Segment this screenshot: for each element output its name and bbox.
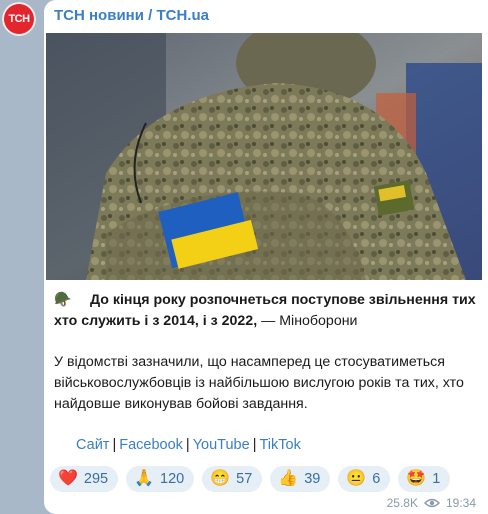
grin-icon: 😁 — [210, 470, 231, 487]
helmet-icon: 🪖 — [54, 292, 72, 308]
reaction-count: 6 — [372, 471, 381, 487]
link-separator: | — [185, 437, 190, 453]
reaction-heart[interactable]: ❤️ 295 — [50, 466, 119, 492]
post-headline: 🪖 До кінця року розпочнеться поступове зв… — [54, 292, 476, 329]
link-facebook[interactable]: Facebook — [119, 437, 183, 453]
reaction-star-struck[interactable]: 🤩 1 — [398, 466, 451, 492]
post-photo[interactable] — [46, 33, 482, 280]
view-count: 25.8K — [386, 496, 418, 510]
link-separator: | — [252, 437, 257, 453]
post-links: Сайт | Facebook | YouTube | TikTok — [76, 437, 301, 453]
soldier-photo-illustration — [46, 33, 482, 280]
channel-avatar[interactable]: ТСН — [2, 2, 36, 36]
reaction-thumbs-up[interactable]: 👍 39 — [270, 466, 331, 492]
message-bubble: ТСН новини / TCH.ua 🪖 До кінця року розп… — [44, 0, 488, 514]
message-time: 19:34 — [445, 496, 476, 510]
neutral-face-icon: 😐 — [346, 470, 367, 487]
reaction-neutral[interactable]: 😐 6 — [338, 466, 391, 492]
reaction-count: 120 — [160, 471, 185, 487]
channel-title[interactable]: ТСН новини / TCH.ua — [54, 7, 209, 24]
reaction-count: 39 — [304, 471, 321, 487]
link-site[interactable]: Сайт — [76, 437, 109, 453]
reactions-bar: ❤️ 295 🙏 120 😁 57 👍 39 😐 6 🤩 1 — [50, 466, 451, 492]
post-body: У відомстві зазначили, що насамперед це … — [54, 354, 464, 412]
message-meta: 25.8K 19:34 — [387, 496, 476, 510]
reaction-pray[interactable]: 🙏 120 — [126, 466, 195, 492]
reaction-count: 57 — [236, 471, 253, 487]
reaction-count: 295 — [83, 471, 109, 487]
reaction-count: 1 — [432, 471, 441, 487]
link-separator: | — [112, 437, 117, 453]
link-tiktok[interactable]: TikTok — [259, 437, 300, 453]
thumbs-up-icon: 👍 — [278, 470, 299, 487]
pray-icon: 🙏 — [134, 470, 155, 487]
star-struck-icon: 🤩 — [406, 470, 427, 487]
eye-icon — [423, 498, 440, 508]
reaction-grin[interactable]: 😁 57 — [202, 466, 263, 492]
link-youtube[interactable]: YouTube — [193, 437, 250, 453]
heart-icon: ❤️ — [58, 470, 78, 487]
